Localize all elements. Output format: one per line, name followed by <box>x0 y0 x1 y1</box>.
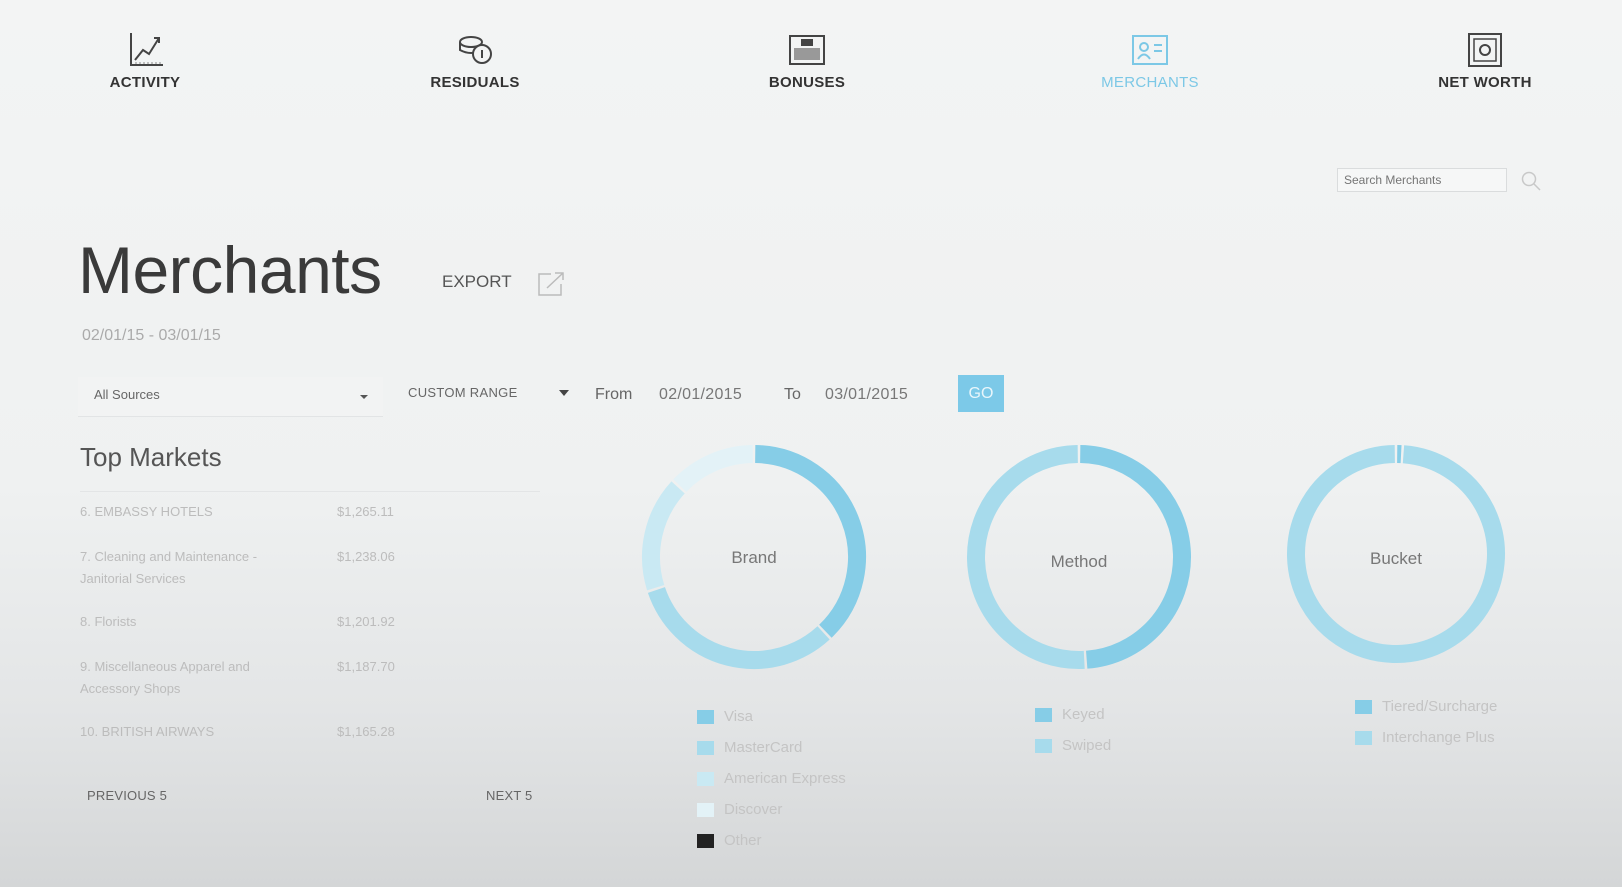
page-title: Merchants <box>78 233 382 307</box>
nav-residuals-label: RESIDUALS <box>430 74 520 91</box>
nav-net-worth[interactable]: NET WORTH <box>1405 30 1565 91</box>
export-button[interactable]: EXPORT <box>442 272 512 292</box>
market-name: 9. Miscellaneous Apparel and Accessory S… <box>80 659 250 696</box>
nav-bonuses-label: BONUSES <box>768 74 846 91</box>
safe-icon <box>1468 33 1502 67</box>
brand-chart-title: Brand <box>731 548 777 567</box>
market-name: 7. Cleaning and Maintenance - Janitorial… <box>80 549 258 586</box>
market-value: $1,265.11 <box>337 504 394 519</box>
market-name: 8. Florists <box>80 614 137 629</box>
range-select[interactable]: CUSTOM RANGE <box>408 385 578 409</box>
legend-swatch <box>697 741 714 755</box>
source-select-value: All Sources <box>94 387 160 402</box>
legend-label: Keyed <box>1062 706 1105 723</box>
nav-net-worth-label: NET WORTH <box>1438 74 1532 91</box>
legend-swatch <box>1355 731 1372 745</box>
legend-label: MasterCard <box>724 739 803 756</box>
legend-swatch <box>697 772 714 786</box>
nav-residuals[interactable]: RESIDUALS <box>395 30 555 91</box>
source-select[interactable]: All Sources <box>78 377 383 417</box>
donut-slice-discover[interactable] <box>673 445 754 493</box>
market-value: $1,165.28 <box>337 724 395 739</box>
market-name: 6. EMBASSY HOTELS <box>80 504 213 519</box>
next-5-button[interactable]: NEXT 5 <box>486 788 532 803</box>
market-value: $1,238.06 <box>337 549 395 564</box>
legend-label: Tiered/Surcharge <box>1382 698 1498 715</box>
legend-label: Interchange Plus <box>1382 729 1495 746</box>
from-label: From <box>595 386 633 403</box>
activity-chart-icon <box>130 33 163 66</box>
from-date-input[interactable]: 02/01/2015 <box>659 386 742 404</box>
legend-label: American Express <box>724 770 846 787</box>
legend-swatch <box>697 834 714 848</box>
nav-bonuses[interactable]: BONUSES <box>727 30 887 91</box>
divider <box>80 491 540 492</box>
nav-activity[interactable]: ACTIVITY <box>65 30 225 91</box>
market-value: $1,201.92 <box>337 614 395 629</box>
chevron-down-icon <box>559 390 569 396</box>
legend-swatch <box>1035 708 1052 722</box>
legend-label: Other <box>724 832 762 849</box>
legend-swatch <box>1355 700 1372 714</box>
date-range: 02/01/15 - 03/01/15 <box>82 327 221 344</box>
chevron-down-icon <box>360 395 368 399</box>
legend-label: Visa <box>724 708 753 725</box>
to-label: To <box>784 386 801 403</box>
nav-merchants-label: MERCHANTS <box>1101 74 1199 91</box>
to-date-input[interactable]: 03/01/2015 <box>825 386 908 404</box>
legend-swatch <box>1035 739 1052 753</box>
range-select-value: CUSTOM RANGE <box>408 385 518 400</box>
donut-slice-visa[interactable] <box>754 445 866 638</box>
previous-5-button[interactable]: PREVIOUS 5 <box>87 788 167 803</box>
bucket-chart-title: Bucket <box>1370 549 1422 568</box>
nav-activity-label: ACTIVITY <box>109 74 181 91</box>
legend-swatch <box>697 803 714 817</box>
market-name: 10. BRITISH AIRWAYS <box>80 724 215 739</box>
search-icon[interactable] <box>1520 170 1542 192</box>
legend-label: Swiped <box>1062 737 1112 754</box>
merchant-id-card-icon <box>1132 35 1168 65</box>
donut-slice-american-express[interactable] <box>642 481 685 591</box>
go-button[interactable]: GO <box>958 375 1004 412</box>
export-icon[interactable] <box>535 270 567 298</box>
coins-icon <box>459 36 492 64</box>
donut-slice-mastercard[interactable] <box>647 586 830 669</box>
legend-label: Discover <box>724 801 783 818</box>
bonus-cash-icon <box>789 35 825 65</box>
search-input[interactable] <box>1337 168 1507 192</box>
nav-merchants[interactable]: MERCHANTS <box>1070 30 1230 91</box>
method-chart-title: Method <box>1050 552 1108 571</box>
market-value: $1,187.70 <box>337 659 395 674</box>
legend-swatch <box>697 710 714 724</box>
top-markets-title: Top Markets <box>80 442 222 472</box>
